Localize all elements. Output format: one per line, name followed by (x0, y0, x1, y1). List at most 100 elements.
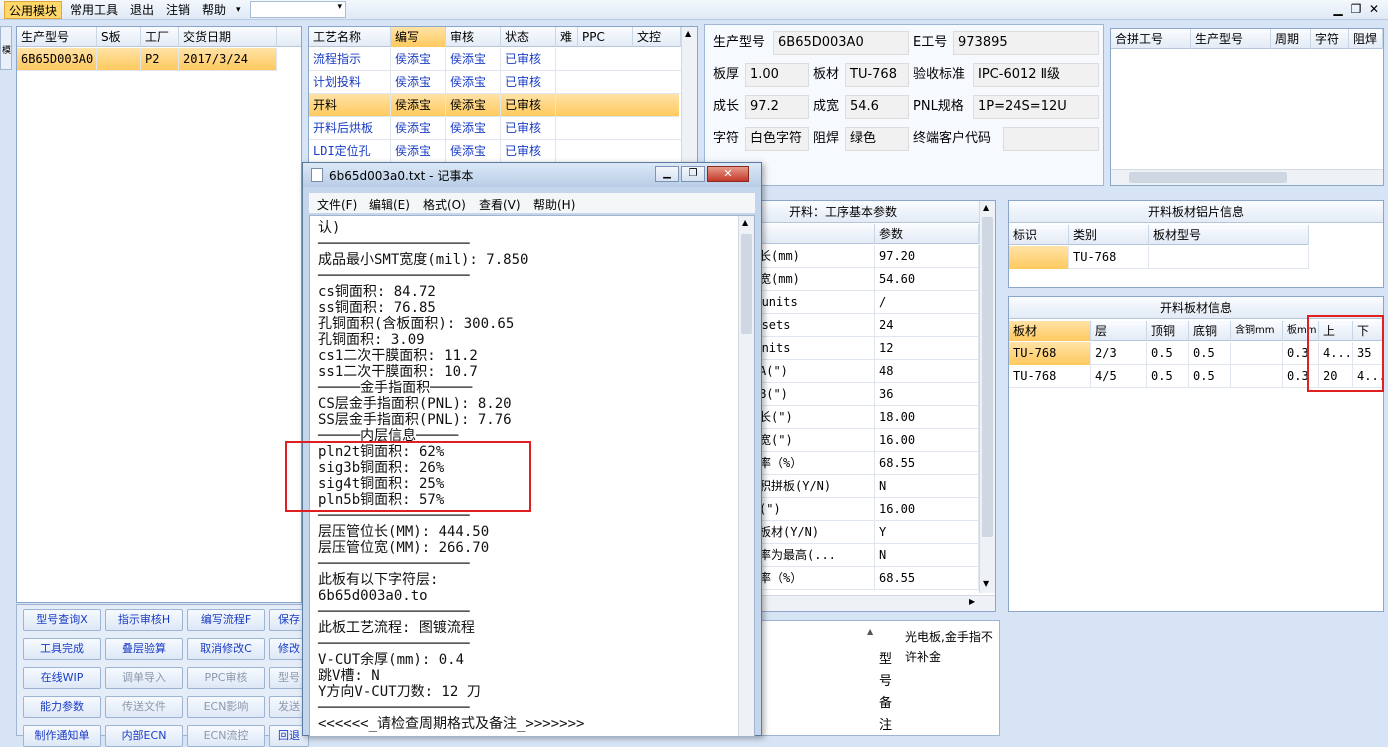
col-ppc[interactable]: PPC (578, 27, 633, 47)
table-row[interactable]: TU-768 (1009, 246, 1309, 269)
col-doc-control[interactable]: 文控 (633, 27, 681, 47)
collapse-tab[interactable]: 模 (0, 26, 12, 70)
combine-grid-hscroll[interactable] (1111, 169, 1383, 185)
remarks-text[interactable]: 光电板,金手指不许补金 (905, 627, 1001, 667)
write-flow-button[interactable]: 编写流程F (187, 609, 265, 631)
help-dropdown-icon[interactable]: ▾ (232, 1, 245, 19)
scroll-up-icon[interactable]: ▲ (983, 203, 989, 212)
prod-model-field[interactable]: 6B65D003A0 (773, 31, 909, 55)
minimize-icon[interactable]: ▁ (655, 166, 679, 182)
table-row[interactable]: 6B65D003A0 P2 2017/3/24 (17, 48, 277, 71)
col-prod-model[interactable]: 生产型号 (1191, 29, 1271, 49)
scroll-up-icon[interactable]: ▲ (742, 218, 748, 227)
col-s-board[interactable]: S板 (97, 27, 141, 47)
scroll-right-icon[interactable]: ▶ (969, 597, 975, 606)
menu-help[interactable]: 帮助 (198, 1, 230, 19)
close-icon[interactable]: ✕ (1366, 2, 1382, 16)
chevron-down-icon[interactable]: ▾ (337, 2, 342, 12)
scroll-up-icon[interactable]: ▲ (867, 627, 873, 636)
table-row[interactable]: LDI定位孔 侯添宝 侯添宝 已审核 (309, 140, 681, 163)
model-query-button[interactable]: 型号查询X (23, 609, 101, 631)
online-wip-button[interactable]: 在线WIP (23, 667, 101, 689)
ppc-audit-button[interactable]: PPC审核 (187, 667, 265, 689)
e-no-field[interactable]: 973895 (953, 31, 1099, 55)
notepad-menu-edit[interactable]: 编辑(E) (369, 196, 410, 213)
col-auditor[interactable]: 审核 (446, 27, 501, 47)
notepad-title: 6b65d003a0.txt - 记事本 (329, 169, 474, 183)
cell-layer: 2/3 (1091, 342, 1147, 365)
ecn-impact-button[interactable]: ECN影响 (187, 696, 265, 718)
length-field[interactable]: 97.2 (745, 95, 809, 119)
col-top-cu[interactable]: 顶铜 (1147, 321, 1189, 341)
col-cu-mm[interactable]: 含铜mm (1231, 321, 1283, 341)
restore-icon[interactable]: ❐ (1348, 2, 1364, 16)
scroll-thumb[interactable] (1129, 172, 1287, 183)
scroll-down-icon[interactable]: ▼ (983, 579, 989, 588)
col-bottom-cu[interactable]: 底铜 (1189, 321, 1231, 341)
col-delivery-date[interactable]: 交货日期 (179, 27, 277, 47)
col-difficulty[interactable]: 难 (556, 27, 578, 47)
col-mark[interactable]: 标识 (1009, 225, 1069, 245)
col-cycle[interactable]: 周期 (1271, 29, 1311, 49)
notepad-menu-view[interactable]: 查看(V) (479, 196, 521, 213)
make-notice-button[interactable]: 制作通知单 (23, 725, 101, 747)
notepad-menu-file[interactable]: 文件(F) (317, 196, 357, 213)
scroll-thumb[interactable] (982, 217, 993, 537)
table-row[interactable]: 流程指示 侯添宝 侯添宝 已审核 (309, 48, 681, 71)
mask-field[interactable]: 绿色 (845, 127, 909, 151)
params-scrollbar[interactable]: ▲ ▼ (979, 201, 995, 593)
material-field[interactable]: TU-768 (845, 63, 909, 87)
col-process-name[interactable]: 工艺名称 (309, 27, 391, 47)
notepad-scrollbar[interactable]: ▲ (738, 216, 754, 736)
col-factory[interactable]: 工厂 (141, 27, 179, 47)
col-category[interactable]: 类别 (1069, 225, 1149, 245)
col-value[interactable]: 参数 (875, 224, 979, 244)
notepad-titlebar[interactable]: 6b65d003a0.txt - 记事本 ▁ ❐ ✕ (303, 163, 761, 187)
col-mask[interactable]: 阻焊 (1349, 29, 1383, 49)
ecn-control-button[interactable]: ECN流控 (187, 725, 265, 747)
col-layer[interactable]: 层 (1091, 321, 1147, 341)
menu-logout[interactable]: 注销 (162, 1, 194, 19)
notepad-line: ────────────────── (318, 236, 470, 252)
notepad-menu-help[interactable]: 帮助(H) (533, 196, 575, 213)
col-status[interactable]: 状态 (501, 27, 556, 47)
menu-common-tools[interactable]: 常用工具 (66, 1, 122, 19)
customer-field[interactable] (1003, 127, 1099, 151)
col-writer[interactable]: 编写 (391, 27, 446, 47)
stackup-check-button[interactable]: 叠层验算 (105, 638, 183, 660)
table-row[interactable]: 开料后烘板 侯添宝 侯添宝 已审核 (309, 117, 681, 140)
internal-ecn-button[interactable]: 内部ECN (105, 725, 183, 747)
col-combine-no[interactable]: 合拼工号 (1111, 29, 1191, 49)
import-button[interactable]: 调单导入 (105, 667, 183, 689)
tool-complete-button[interactable]: 工具完成 (23, 638, 101, 660)
menu-public-module[interactable]: 公用模块 (4, 1, 63, 19)
close-icon[interactable]: ✕ (707, 166, 749, 182)
transfer-file-button[interactable]: 传送文件 (105, 696, 183, 718)
standard-label: 验收标准 (913, 67, 966, 82)
module-combo[interactable]: ▾ (250, 1, 346, 18)
cancel-edit-button[interactable]: 取消修改C (187, 638, 265, 660)
scroll-up-icon[interactable]: ▲ (685, 29, 691, 38)
cell-status: 已审核 (501, 117, 556, 140)
pnl-field[interactable]: 1P=24S=12U (973, 95, 1099, 119)
thickness-field[interactable]: 1.00 (745, 63, 809, 87)
col-char[interactable]: 字符 (1311, 29, 1349, 49)
col-sheet[interactable]: 板材 (1009, 321, 1091, 341)
restore-icon[interactable]: ❐ (681, 166, 705, 182)
scroll-thumb[interactable] (741, 234, 752, 334)
menu-exit[interactable]: 退出 (126, 1, 158, 19)
col-prod-model[interactable]: 生产型号 (17, 27, 97, 47)
notepad-menu-format[interactable]: 格式(O) (423, 196, 466, 213)
table-row[interactable]: 计划投料 侯添宝 侯添宝 已审核 (309, 71, 681, 94)
width-field[interactable]: 54.6 (845, 95, 909, 119)
capability-params-button[interactable]: 能力参数 (23, 696, 101, 718)
table-row[interactable]: 开料 侯添宝 侯添宝 已审核 (309, 94, 679, 117)
standard-field[interactable]: IPC-6012 Ⅱ级 (973, 63, 1099, 87)
char-field[interactable]: 白色字符 (745, 127, 809, 151)
notepad-line: cs铜面积: 84.72 (318, 284, 436, 300)
instruction-audit-button[interactable]: 指示审核H (105, 609, 183, 631)
minimize-icon[interactable]: ▁ (1330, 2, 1346, 16)
col-sheet-model[interactable]: 板材型号 (1149, 225, 1309, 245)
cell-status: 已审核 (501, 140, 556, 163)
notepad-line: ────────────────── (318, 636, 470, 652)
